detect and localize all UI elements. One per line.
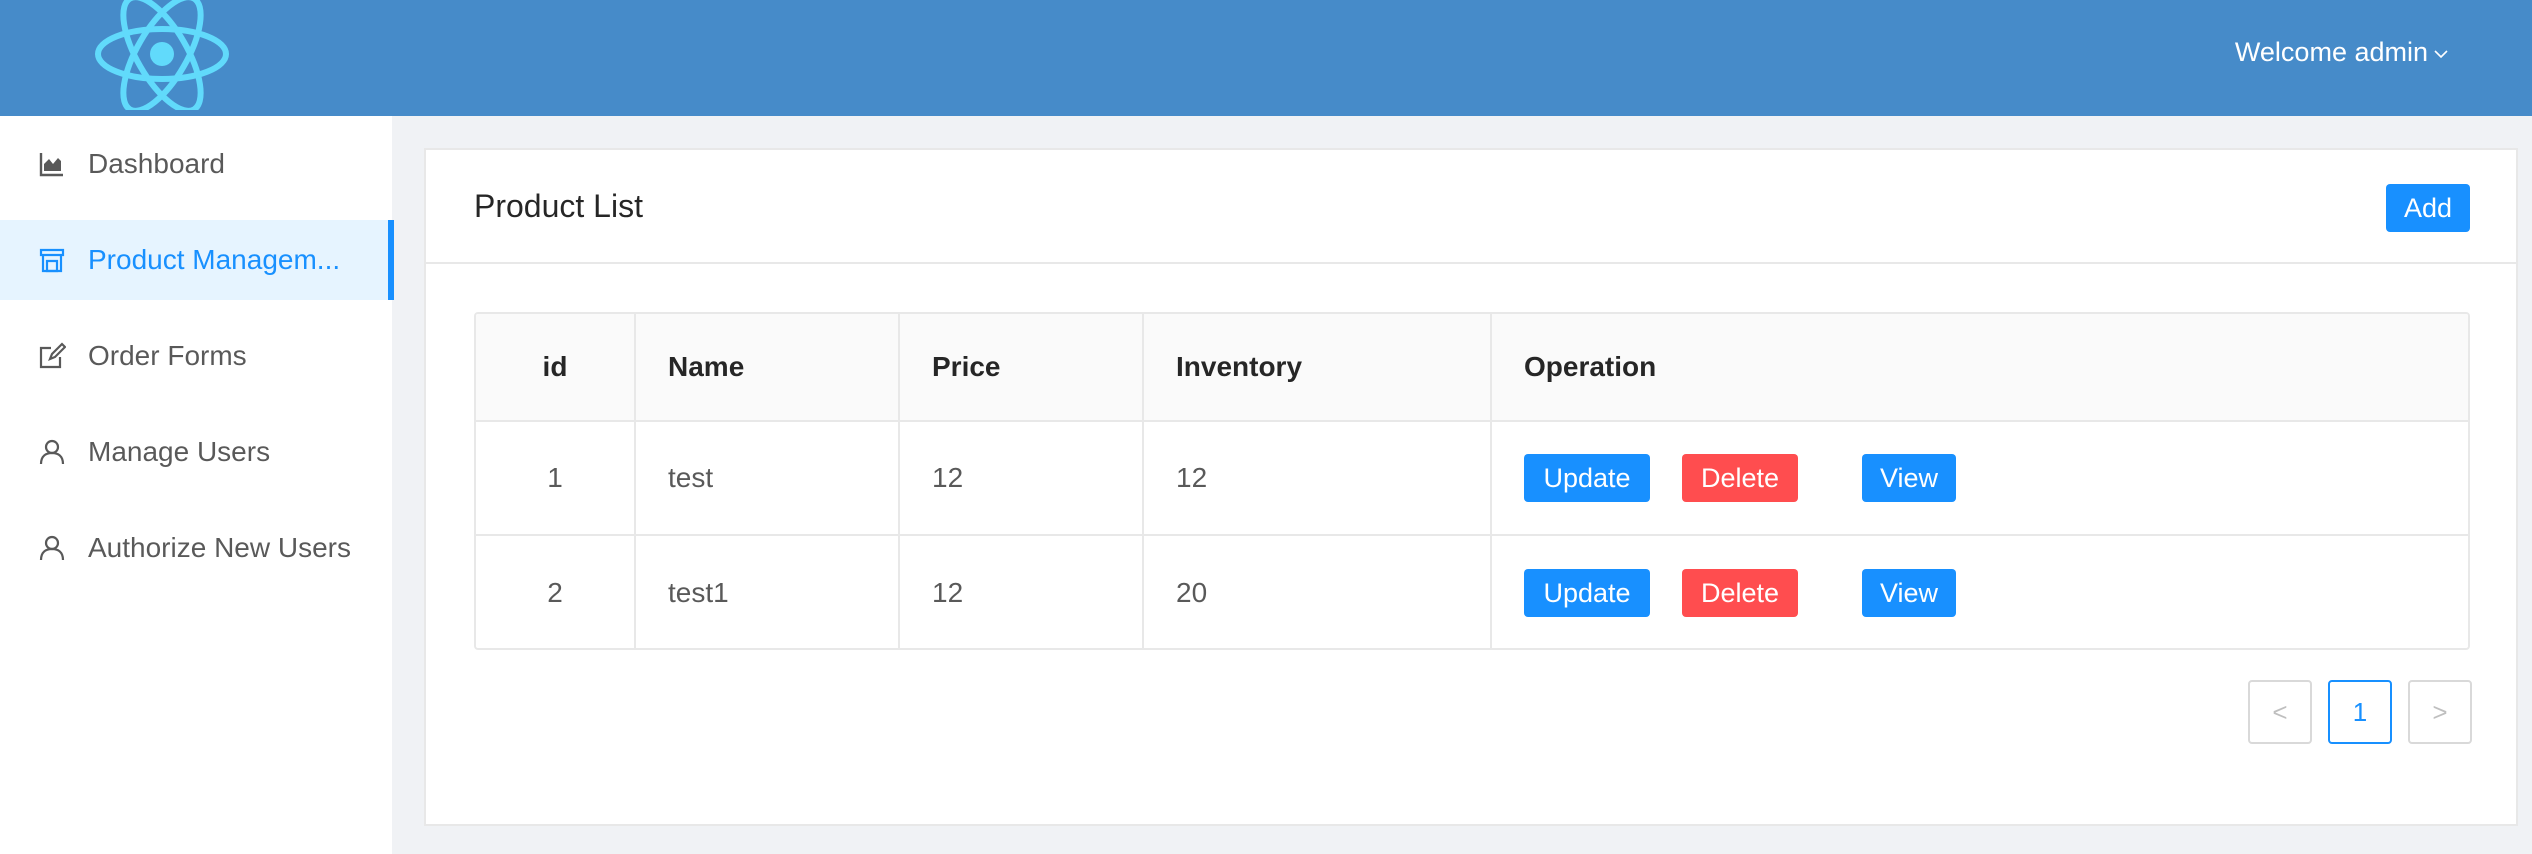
column-header-price: Price (900, 314, 1144, 420)
chevron-right-icon: > (2432, 696, 2448, 727)
cell-name: test (636, 422, 900, 534)
sidebar-item-label: Order Forms (88, 340, 247, 371)
pagination-next-button[interactable]: > (2408, 680, 2472, 744)
user-icon (38, 438, 66, 466)
cell-inventory: 20 (1144, 536, 1492, 648)
delete-button[interactable]: Delete (1682, 569, 1798, 617)
welcome-text: Welcome admin (2234, 36, 2428, 67)
update-button[interactable]: Update (1524, 454, 1650, 502)
column-header-inventory: Inventory (1144, 314, 1492, 420)
shop-icon (38, 246, 66, 274)
cell-inventory: 12 (1144, 422, 1492, 534)
user-menu-dropdown[interactable]: Welcome admin (2235, 32, 2450, 72)
area-chart-icon (38, 150, 66, 178)
sidebar-item-dashboard[interactable]: Dashboard (0, 124, 392, 204)
pagination-page-1[interactable]: 1 (2328, 680, 2392, 744)
column-header-operation: Operation (1524, 351, 1657, 382)
sidebar-item-order-forms[interactable]: Order Forms (0, 316, 392, 396)
product-table: id Name Price Inventory Operation 1 test… (474, 312, 2470, 650)
cell-id: 2 (476, 536, 636, 648)
sidebar-item-authorize-new-users[interactable]: Authorize New Users (0, 508, 392, 588)
card-header: Product List Add (426, 150, 2516, 264)
sidebar-item-label: Manage Users (88, 436, 271, 467)
pagination-prev-button[interactable]: < (2248, 680, 2312, 744)
view-button[interactable]: View (1862, 454, 1956, 502)
update-button[interactable]: Update (1524, 569, 1650, 617)
cell-name: test1 (636, 536, 900, 648)
sidebar: Dashboard Product Managem... Order Forms… (0, 116, 394, 854)
sidebar-item-label: Dashboard (88, 148, 225, 179)
column-header-name: Name (636, 314, 900, 420)
view-button[interactable]: View (1862, 569, 1956, 617)
cell-price: 12 (900, 422, 1144, 534)
cell-operation: Update Delete View (1492, 536, 2468, 648)
cell-operation: Update Delete View (1492, 422, 2468, 534)
column-header-id: id (476, 314, 636, 420)
table-row: 1 test 12 12 Update Delete View (476, 422, 2468, 536)
sidebar-item-manage-users[interactable]: Manage Users (0, 412, 392, 492)
chevron-left-icon: < (2272, 696, 2288, 727)
add-product-button[interactable]: Add (2386, 184, 2470, 232)
cell-price: 12 (900, 536, 1144, 648)
cell-id: 1 (476, 422, 636, 534)
chevron-down-icon (2434, 50, 2448, 59)
top-header: Welcome admin (0, 0, 2532, 116)
sidebar-item-label: Product Managem... (88, 244, 341, 275)
delete-button[interactable]: Delete (1682, 454, 1798, 502)
table-header-row: id Name Price Inventory Operation (476, 314, 2468, 422)
table-row: 2 test1 12 20 Update Delete View (476, 536, 2468, 648)
user-icon (38, 534, 66, 562)
react-logo-icon[interactable] (92, 0, 232, 114)
form-edit-icon (38, 342, 66, 370)
page-title: Product List (474, 188, 643, 224)
product-list-card: Product List Add id Name Price Inventory… (424, 148, 2518, 826)
sidebar-item-label: Authorize New Users (88, 532, 351, 563)
sidebar-item-product-management[interactable]: Product Managem... (0, 220, 394, 300)
